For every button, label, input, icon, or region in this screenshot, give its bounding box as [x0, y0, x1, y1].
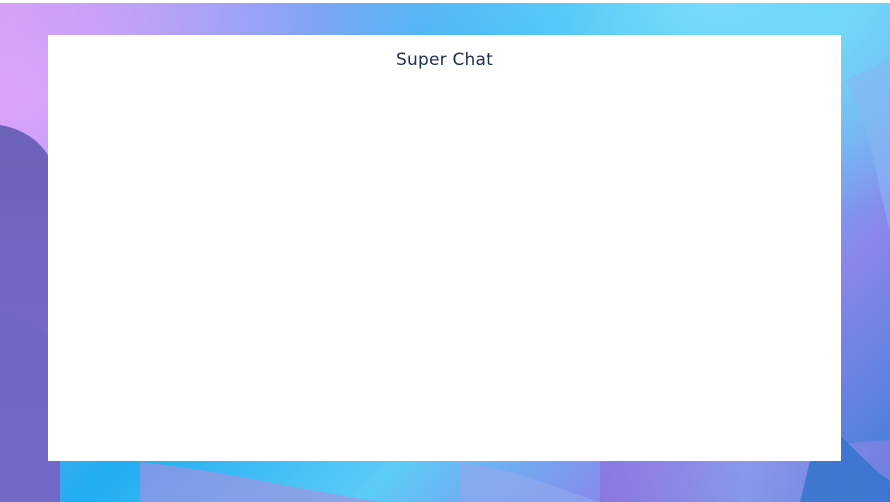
chat-window: Super Chat	[48, 35, 841, 461]
chat-content-area	[48, 83, 841, 461]
app-title: Super Chat	[396, 50, 493, 70]
screen-top-edge	[0, 0, 890, 3]
